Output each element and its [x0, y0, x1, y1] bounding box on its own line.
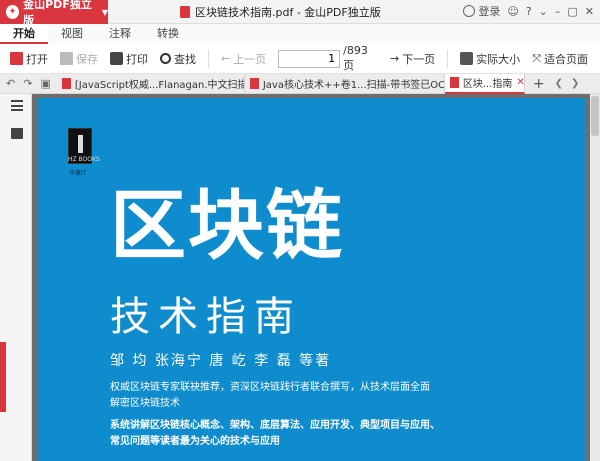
title-bar: ✦ 金山PDF独立版 ▼ 区块链技术指南.pdf - 金山PDF独立版 登录 ☺…	[0, 0, 600, 27]
comment-icon[interactable]	[11, 128, 23, 139]
document-tabs: ↶ ↷ ▣ [JavaScript权威...Flanagan.中文扫描版 Jav…	[0, 73, 600, 94]
page-number-input[interactable]	[278, 49, 341, 68]
pdf-page: HZ BOOKS 华章IT 区块链 技术指南 邹 均 张海宁 唐 屹 李 磊 等…	[38, 98, 586, 461]
pdf-file-icon	[180, 6, 190, 18]
login-label: 登录	[478, 5, 501, 18]
find-label: 查找	[174, 52, 196, 66]
settings-menu-icon[interactable]: ⌄	[539, 5, 548, 18]
tab-convert[interactable]: 转换	[144, 24, 192, 44]
open-label: 打开	[26, 52, 48, 66]
chevron-right-icon[interactable]: ❯	[571, 78, 579, 89]
quick-save-icon[interactable]: ▣	[40, 77, 50, 90]
prev-page-label: 上一页	[233, 52, 267, 66]
doc-tab-label: Java核心技术++卷1...扫描-带书签已OCR	[262, 80, 445, 91]
print-label: 打印	[126, 52, 148, 66]
doc-tab[interactable]: Java核心技术++卷1...扫描-带书签已OCR	[245, 73, 445, 94]
panel-toggle-handle[interactable]	[0, 342, 6, 412]
doc-tab[interactable]: [JavaScript权威...Flanagan.中文扫描版	[57, 73, 245, 94]
toolbar-divider	[208, 49, 209, 68]
tab-start[interactable]: 开始	[0, 24, 48, 44]
save-button[interactable]: 保存	[60, 51, 98, 67]
scrollbar-thumb[interactable]	[591, 96, 599, 136]
toolbar: 打开 保存 打印 查找 ← 上一页 /893 页 → 下一页 实际大小 ⤧ 适合…	[0, 44, 600, 74]
book-subtitle: 技术指南	[110, 294, 302, 340]
bookmark-list-icon[interactable]	[11, 100, 23, 111]
window-controls: 登录 ☺ ? ⌄ – ▢ ✕	[463, 3, 594, 19]
actual-size-icon	[460, 52, 474, 65]
doc-tab-active[interactable]: 区块...指南 ✕	[444, 73, 525, 94]
arrow-left-icon: ←	[220, 52, 231, 65]
feedback-icon[interactable]: ☺	[507, 5, 518, 18]
actual-size-button[interactable]: 实际大小	[460, 51, 520, 67]
tab-scroll-controls: ❮ ❯	[555, 78, 580, 89]
close-tab-icon[interactable]: ✕	[516, 77, 523, 88]
next-page-label: 下一页	[402, 52, 436, 66]
fit-page-label: 适合页面	[544, 52, 588, 66]
quick-access: ↶ ↷ ▣	[0, 77, 57, 90]
fit-page-icon: ⤧	[532, 51, 541, 65]
actual-size-label: 实际大小	[476, 52, 521, 66]
pdf-file-icon	[249, 78, 259, 89]
print-button[interactable]: 打印	[110, 51, 148, 67]
book-blurb: 权威区块链专家联袂推荐，资深区块链践行者联合撰写，从技术层面全面解密区块链技术	[110, 382, 430, 409]
minimize-button[interactable]: –	[555, 5, 561, 18]
add-tab-button[interactable]: +	[533, 76, 545, 92]
login-button[interactable]: 登录	[463, 3, 500, 19]
app-logo-icon: ✦	[6, 5, 20, 19]
left-sidebar	[0, 94, 32, 461]
maximize-button[interactable]: ▢	[567, 5, 577, 18]
printer-icon	[110, 52, 123, 65]
publisher-logo-text: HZ BOOKS	[68, 156, 100, 163]
chevron-left-icon[interactable]: ❮	[555, 78, 563, 89]
save-icon	[60, 52, 73, 65]
page-total: /893 页	[343, 44, 368, 72]
publisher-name: 华章IT	[69, 170, 87, 177]
close-window-button[interactable]: ✕	[585, 5, 594, 18]
pdf-file-icon	[61, 78, 71, 89]
folder-open-icon	[10, 52, 23, 65]
window-title: 区块链技术指南.pdf - 金山PDF独立版	[180, 4, 381, 20]
fit-page-button[interactable]: ⤧ 适合页面	[532, 51, 588, 67]
document-viewer[interactable]: HZ BOOKS 华章IT 区块链 技术指南 邹 均 张海宁 唐 屹 李 磊 等…	[32, 94, 600, 461]
pdf-file-icon	[449, 77, 459, 88]
prev-page-button[interactable]: ← 上一页	[221, 51, 266, 67]
user-avatar-icon	[463, 5, 476, 17]
tab-annotate[interactable]: 注释	[96, 24, 144, 44]
search-icon	[160, 53, 171, 64]
tab-view[interactable]: 视图	[48, 24, 96, 44]
book-title: 区块链	[110, 181, 344, 270]
page-navigator: /893 页	[278, 44, 376, 73]
vertical-scrollbar[interactable]	[590, 94, 600, 461]
book-authors: 邹 均 张海宁 唐 屹 李 磊 等著	[110, 353, 332, 369]
next-page-button[interactable]: → 下一页	[390, 51, 435, 67]
ribbon-tabs: 开始 视图 注释 转换	[0, 24, 600, 44]
doc-tab-label: 区块...指南	[462, 79, 513, 90]
open-button[interactable]: 打开	[10, 51, 48, 67]
arrow-right-icon: →	[390, 52, 400, 65]
help-icon[interactable]: ?	[526, 5, 532, 18]
undo-icon[interactable]: ↶	[6, 77, 15, 90]
chevron-down-icon: ▼	[101, 7, 108, 17]
toolbar-divider	[447, 49, 449, 68]
app-menu-button[interactable]: ✦ 金山PDF独立版 ▼	[0, 0, 108, 27]
doc-tab-label: [JavaScript权威...Flanagan.中文扫描版	[74, 80, 245, 91]
find-button[interactable]: 查找	[160, 51, 196, 67]
redo-icon[interactable]: ↷	[23, 77, 32, 90]
book-features: 系统讲解区块链核心概念、架构、底层算法、应用开发、典型项目与应用、常见问题等读者…	[110, 420, 440, 447]
save-label: 保存	[76, 52, 98, 66]
window-title-text: 区块链技术指南.pdf - 金山PDF独立版	[195, 6, 381, 19]
